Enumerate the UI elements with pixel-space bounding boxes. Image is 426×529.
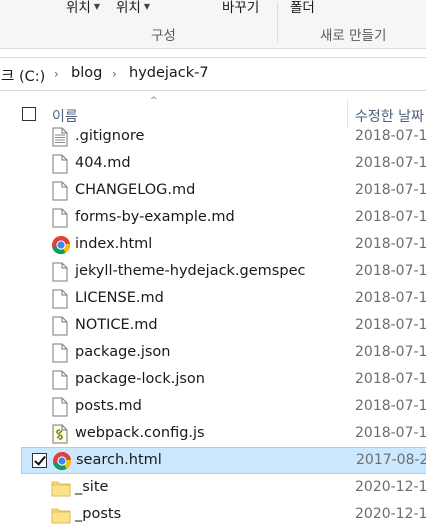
file-date: 2018-07-10 (355, 128, 426, 144)
file-date: 2020-12-16 (355, 506, 426, 522)
file-row[interactable]: posts.md 2018-07-10 (20, 393, 426, 420)
file-row[interactable]: package-lock.json 2018-07-10 (20, 366, 426, 393)
file-icon (51, 370, 69, 390)
chevron-down-icon: ▼ (143, 2, 150, 11)
file-icon (51, 397, 69, 417)
file-name: posts.md (75, 398, 142, 414)
file-name: .gitignore (75, 128, 145, 144)
file-name: forms-by-example.md (75, 209, 235, 225)
file-icon (51, 262, 69, 282)
chevron-right-icon[interactable]: › (54, 67, 59, 81)
file-name: package-lock.json (75, 371, 205, 387)
new-folder-label: 폴더 (290, 0, 315, 16)
move-to-label: 위치 (66, 0, 91, 16)
file-name: 404.md (75, 155, 131, 171)
folder-row[interactable]: _site 2020-12-17 (20, 474, 426, 501)
file-row[interactable]: jekyll-theme-hydejack.gemspec 2018-07-10 (20, 258, 426, 285)
copy-to-button[interactable]: 위치 ▼ (116, 0, 150, 16)
file-date: 2018-07-10 (355, 317, 426, 333)
file-row[interactable]: index.html 2018-07-10 (20, 231, 426, 258)
file-name: LICENSE.md (75, 290, 164, 306)
file-date: 2018-07-10 (355, 182, 426, 198)
file-name: package.json (75, 344, 171, 360)
copy-to-label: 위치 (116, 0, 141, 16)
folder-icon (51, 505, 71, 525)
file-row[interactable]: search.html 2017-08-23 (21, 447, 426, 474)
chrome-icon (52, 451, 72, 471)
file-row[interactable]: .gitignore 2018-07-10 (20, 123, 426, 150)
text-file-icon (51, 127, 69, 147)
breadcrumb-hydejack[interactable]: hydejack-7 (129, 65, 209, 81)
file-date: 2020-12-17 (355, 479, 426, 495)
rename-button[interactable]: 바꾸기 (222, 0, 259, 16)
file-date: 2017-08-23 (356, 452, 426, 468)
file-date: 2018-07-10 (355, 263, 426, 279)
group-label-new: 새로 만들기 (320, 28, 387, 44)
file-name: webpack.config.js (75, 425, 205, 441)
file-name: _site (75, 479, 109, 495)
file-icon (51, 181, 69, 201)
file-name: NOTICE.md (75, 317, 158, 333)
file-name: CHANGELOG.md (75, 182, 196, 198)
breadcrumb-drive[interactable]: 크 (C:) (1, 65, 45, 86)
chevron-right-icon[interactable]: › (112, 67, 117, 81)
file-name: search.html (76, 452, 162, 468)
file-row[interactable]: 404.md 2018-07-10 (20, 150, 426, 177)
file-date: 2018-07-10 (355, 209, 426, 225)
row-checkbox[interactable] (32, 453, 47, 468)
sort-caret-icon: ^ (150, 96, 158, 106)
file-date: 2018-07-10 (355, 398, 426, 414)
file-icon (51, 343, 69, 363)
file-icon (51, 316, 69, 336)
file-date: 2018-07-10 (355, 236, 426, 252)
file-date: 2018-07-10 (355, 155, 426, 171)
file-name: _posts (75, 506, 122, 522)
file-row[interactable]: webpack.config.js 2018-07-10 (20, 420, 426, 447)
breadcrumb-blog[interactable]: blog (71, 65, 102, 81)
move-to-button[interactable]: 위치 ▼ (66, 0, 100, 16)
file-name: jekyll-theme-hydejack.gemspec (75, 263, 306, 279)
file-name: index.html (75, 236, 153, 252)
select-all-checkbox[interactable] (22, 107, 36, 121)
file-date: 2018-07-10 (355, 344, 426, 360)
address-bar[interactable]: 크 (C:) › blog › hydejack-7 (0, 57, 426, 91)
file-row[interactable]: LICENSE.md 2018-07-10 (20, 285, 426, 312)
file-row[interactable]: forms-by-example.md 2018-07-10 (20, 204, 426, 231)
file-row[interactable]: CHANGELOG.md 2018-07-10 (20, 177, 426, 204)
file-icon (51, 289, 69, 309)
new-folder-button[interactable]: 폴더 (290, 0, 315, 16)
file-row[interactable]: NOTICE.md 2018-07-10 (20, 312, 426, 339)
file-date: 2018-07-10 (355, 425, 426, 441)
file-row[interactable]: package.json 2018-07-10 (20, 339, 426, 366)
file-date: 2018-07-10 (355, 290, 426, 306)
chrome-icon (51, 235, 71, 255)
js-script-icon (51, 424, 69, 444)
file-icon (51, 208, 69, 228)
checkmark-icon (34, 453, 46, 466)
file-date: 2018-07-10 (355, 371, 426, 387)
group-label-organize: 구성 (151, 28, 176, 44)
rename-label: 바꾸기 (222, 0, 260, 16)
file-icon (51, 154, 69, 174)
ribbon: 위치 ▼ 위치 ▼ 바꾸기 폴더 구성 새로 만들기 (0, 0, 426, 49)
folder-icon (51, 478, 71, 498)
chevron-down-icon: ▼ (93, 2, 100, 11)
ribbon-divider (277, 2, 278, 42)
